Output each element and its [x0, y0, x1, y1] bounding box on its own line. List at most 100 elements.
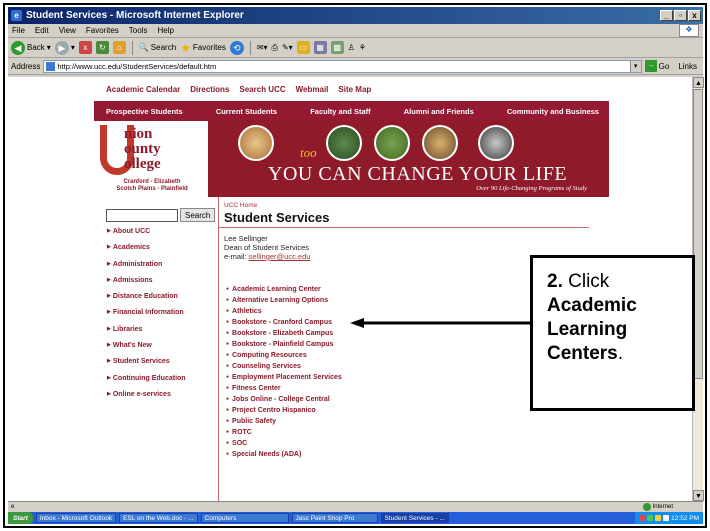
page-icon — [46, 61, 56, 71]
forward-arrow-icon: ▶ — [54, 40, 69, 55]
task-student-services[interactable]: Student Services - ... — [380, 513, 449, 523]
campus-line-2: Scotch Plains - Plainfield — [116, 186, 188, 192]
home-icon[interactable]: ⌂ — [112, 41, 126, 54]
scroll-down-icon[interactable]: ▼ — [693, 490, 704, 501]
menu-file[interactable]: File — [12, 26, 25, 35]
list-item[interactable]: ROTC — [226, 429, 598, 440]
task-word[interactable]: ESL on the Web.doc - ... — [119, 513, 198, 523]
top-link-academic-calendar[interactable]: Academic Calendar — [106, 85, 180, 94]
sidebar-item-about-ucc[interactable]: About UCC — [107, 228, 208, 244]
ucc-logo[interactable]: nion ounty ollege Cranford - Elizabeth S… — [94, 121, 208, 197]
menu-favorites[interactable]: Favorites — [86, 26, 119, 35]
list-item[interactable]: SOC — [226, 440, 598, 451]
page-status-icon: e — [11, 503, 15, 510]
people-icon[interactable]: ♙ — [348, 43, 355, 52]
back-button[interactable]: ◀ Back ▾ — [11, 40, 51, 55]
address-input[interactable]: http://www.ucc.edu/StudentServices/defau… — [43, 59, 642, 73]
top-link-webmail[interactable]: Webmail — [296, 85, 329, 94]
links-button[interactable]: Links — [672, 62, 703, 71]
go-button[interactable]: → Go — [644, 60, 669, 72]
page-title: Student Services — [219, 209, 589, 228]
address-label: Address — [11, 61, 41, 71]
close-button[interactable]: x — [688, 10, 701, 21]
menu-help[interactable]: Help — [157, 26, 173, 35]
title-bar: e Student Services - Microsoft Internet … — [8, 7, 703, 24]
sidebar-item-whats-new[interactable]: What's New — [107, 342, 208, 358]
task-outlook[interactable]: Inbox - Microsoft Outlook — [35, 513, 117, 523]
sidebar-item-student-services[interactable]: Student Services — [107, 358, 208, 374]
minimize-button[interactable]: _ — [660, 10, 673, 21]
logo-line-1: nion — [124, 126, 153, 142]
site-header: nion ounty ollege Cranford - Elizabeth S… — [94, 121, 609, 197]
callout-step: 2. — [547, 271, 563, 292]
scroll-up-icon[interactable]: ▲ — [693, 77, 704, 88]
dropdown-arrow-icon: ▾ — [46, 43, 51, 52]
address-dropdown-icon[interactable]: ▾ — [629, 60, 641, 72]
callout-line-2: Academic — [547, 294, 692, 318]
favorites-button[interactable]: ★ Favorites — [180, 41, 226, 55]
sidebar-nav: About UCC Academics Administration Admis… — [94, 222, 208, 407]
start-button[interactable]: Start — [8, 512, 33, 524]
task-paint-shop-pro[interactable]: Jasc Paint Shop Pro — [291, 513, 378, 523]
menu-edit[interactable]: Edit — [35, 26, 49, 35]
bug-icon[interactable]: ⚘ — [359, 43, 366, 52]
search-button[interactable]: 🔍 Search — [139, 43, 176, 52]
campus-line-1: Cranford - Elizabeth — [123, 179, 181, 185]
sidebar-item-online-e-services[interactable]: Online e-services — [107, 391, 208, 407]
top-link-site-map[interactable]: Site Map — [338, 85, 371, 94]
sidebar-item-continuing-education[interactable]: Continuing Education — [107, 375, 208, 391]
nav-community-business[interactable]: Community and Business — [507, 107, 599, 116]
tray-icon[interactable] — [663, 515, 670, 521]
mail-icon[interactable]: ✉▾ — [257, 43, 268, 52]
folder-icon[interactable]: ▭ — [296, 41, 310, 54]
system-tray: 12:52 PM — [635, 512, 703, 524]
back-label: Back — [27, 43, 45, 52]
contact-email-link[interactable]: sellinger@ucc.edu — [249, 252, 311, 261]
instruction-callout: 2. Click Academic Learning Centers. — [530, 255, 695, 411]
history-icon[interactable]: ⟲ — [229, 40, 244, 55]
menu-bar: File Edit View Favorites Tools Help ❖ — [8, 24, 703, 38]
nav-current-students[interactable]: Current Students — [216, 107, 277, 116]
clock: 12:52 PM — [671, 514, 699, 522]
logo-text: nion ounty ollege — [124, 127, 161, 172]
list-item[interactable]: Special Needs (ADA) — [226, 451, 598, 462]
sidebar-item-administration[interactable]: Administration — [107, 261, 208, 277]
sidebar-item-financial-information[interactable]: Financial Information — [107, 309, 208, 325]
nav-alumni-friends[interactable]: Alumni and Friends — [404, 107, 474, 116]
top-link-directions[interactable]: Directions — [190, 85, 229, 94]
messenger-icon[interactable]: ▩ — [330, 41, 344, 54]
toolbar: ◀ Back ▾ ▶ ▾ x ↻ ⌂ 🔍 Search ★ Favorites … — [8, 38, 703, 58]
site-search-input[interactable] — [106, 208, 178, 222]
nav-faculty-staff[interactable]: Faculty and Staff — [310, 107, 370, 116]
stop-icon[interactable]: x — [78, 41, 92, 54]
refresh-icon[interactable]: ↻ — [95, 41, 109, 54]
tray-icon[interactable] — [647, 515, 654, 521]
sidebar-item-libraries[interactable]: Libraries — [107, 326, 208, 342]
dropdown-arrow-icon: ▾ — [70, 43, 75, 52]
search-icon: 🔍 — [138, 43, 149, 52]
banner-photo-student — [422, 125, 458, 161]
list-item[interactable]: Public Safety — [226, 418, 598, 429]
forward-button[interactable]: ▶ ▾ — [54, 40, 75, 55]
breadcrumb[interactable]: UCC Home — [219, 197, 598, 209]
edit-icon[interactable]: ✎▾ — [282, 43, 293, 52]
research-icon[interactable]: ▦ — [313, 41, 327, 54]
main-nav: Prospective Students Current Students Fa… — [94, 101, 609, 121]
tray-icon[interactable] — [639, 515, 646, 521]
menu-view[interactable]: View — [59, 26, 76, 35]
sidebar-item-academics[interactable]: Academics — [107, 244, 208, 260]
maximize-button[interactable]: ▫ — [674, 10, 687, 21]
menu-tools[interactable]: Tools — [129, 26, 148, 35]
site-search-button[interactable]: Search — [180, 208, 216, 222]
callout-line-4: Centers. — [547, 342, 692, 366]
task-computers[interactable]: Computers — [200, 513, 289, 523]
nav-prospective-students[interactable]: Prospective Students — [106, 107, 183, 116]
banner-photo-soccer — [326, 125, 362, 161]
sidebar-item-admissions[interactable]: Admissions — [107, 277, 208, 293]
tray-icon[interactable] — [655, 515, 662, 521]
top-link-search-ucc[interactable]: Search UCC — [239, 85, 285, 94]
print-icon[interactable]: ⎙ — [272, 43, 278, 53]
go-arrow-icon: → — [644, 60, 657, 72]
callout-academic: Academic — [547, 295, 637, 316]
sidebar-item-distance-education[interactable]: Distance Education — [107, 293, 208, 309]
